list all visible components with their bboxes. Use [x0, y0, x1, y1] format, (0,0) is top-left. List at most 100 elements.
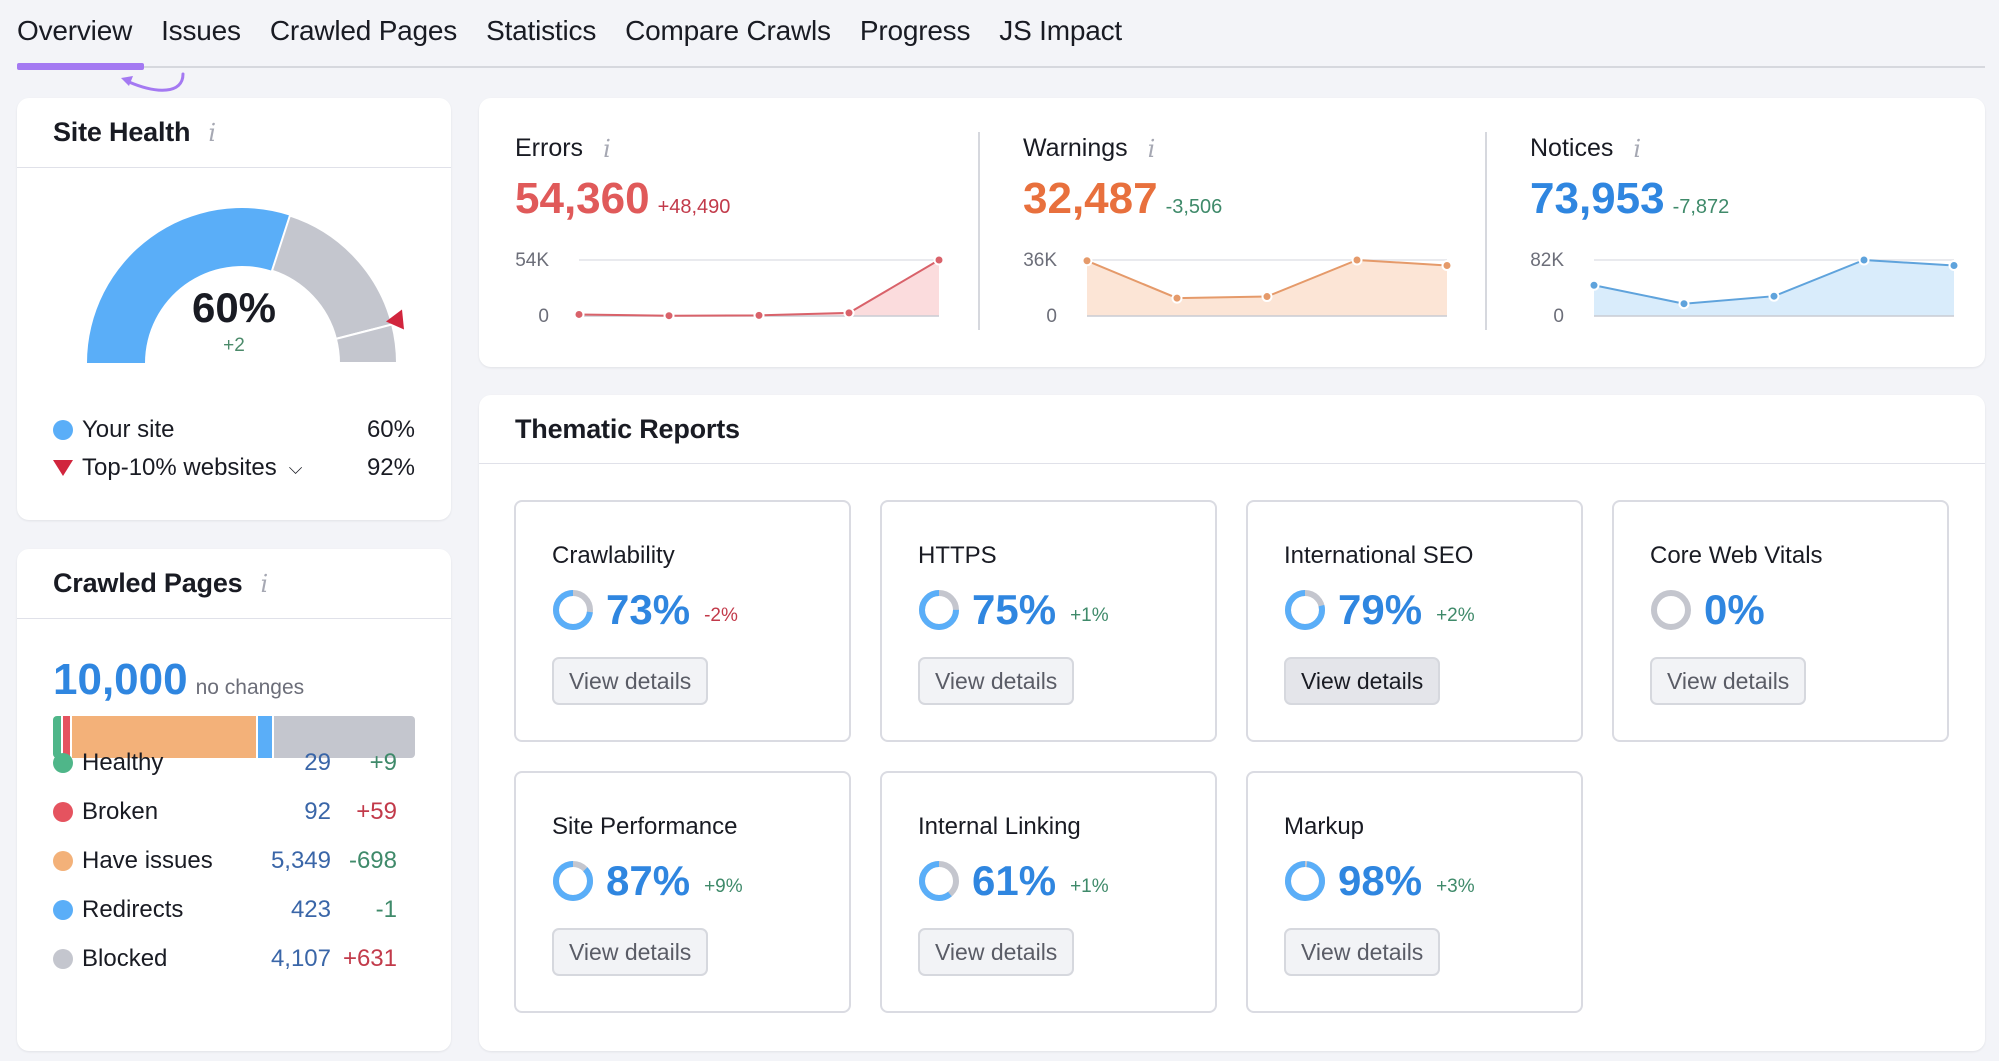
report-score: 75% +1% — [918, 586, 1109, 634]
legend-your-site: Your site 60% — [53, 416, 415, 444]
thematic-report-https: HTTPS 75% +1% View details — [880, 500, 1217, 742]
sparkline-point[interactable] — [1678, 298, 1690, 310]
site-health-value: 60% — [191, 284, 277, 331]
sparkline-point[interactable] — [1948, 259, 1960, 271]
thematic-reports-title: Thematic Reports — [515, 413, 740, 444]
sparkline-point[interactable] — [1441, 259, 1453, 271]
sparkline-point[interactable] — [753, 309, 765, 321]
chevron-down-icon[interactable]: ⌵ — [289, 458, 303, 479]
score-donut-icon — [1651, 590, 1691, 630]
sparkline-point[interactable] — [1768, 290, 1780, 302]
status-dot-icon — [53, 900, 73, 920]
row-count[interactable]: 92 — [304, 798, 331, 826]
y-axis-max-label: 82K — [1530, 250, 1564, 271]
total-value[interactable]: 10,000 — [53, 655, 188, 704]
info-icon[interactable]: i — [603, 135, 611, 163]
warnings-value-row: 32,487 -3,506 — [1023, 174, 1222, 224]
score-donut-icon — [1285, 590, 1325, 630]
view-details-button[interactable]: View details — [1284, 657, 1441, 705]
status-dot-icon — [53, 949, 73, 969]
report-delta: +1% — [1070, 605, 1109, 626]
report-delta: +3% — [1436, 876, 1475, 897]
report-percent: 98% — [1338, 857, 1423, 904]
warnings-sparkline: 36K 0 — [1023, 250, 1453, 327]
warnings-value[interactable]: 32,487 — [1023, 174, 1158, 223]
thematic-reports-card: Thematic Reports Crawlability 73% -2% Vi… — [479, 395, 1985, 1051]
info-icon[interactable]: i — [1633, 135, 1641, 163]
sparkline-point[interactable] — [843, 307, 855, 319]
crawled-pages-row: Blocked 4,107 +631 — [53, 945, 397, 973]
errors-value-row: 54,360 +48,490 — [515, 174, 730, 224]
notices-delta: -7,872 — [1672, 196, 1730, 218]
view-details-button[interactable]: View details — [552, 657, 709, 705]
tab-js-impact[interactable]: JS Impact — [999, 14, 1151, 48]
site-health-card: Site Health i 60% +2 Your site 60% Top-1… — [17, 98, 451, 520]
sparkline-point[interactable] — [663, 310, 675, 322]
row-count[interactable]: 5,349 — [271, 847, 331, 875]
status-dot-icon — [53, 802, 73, 822]
notices-value-row: 73,953 -7,872 — [1530, 174, 1729, 224]
report-score: 98% +3% — [1284, 857, 1475, 905]
sparkline-point[interactable] — [1351, 254, 1363, 266]
view-details-button[interactable]: View details — [1650, 657, 1807, 705]
tab-issues[interactable]: Issues — [161, 14, 270, 48]
sparkline-area — [1594, 260, 1954, 316]
sparkline-point[interactable] — [1171, 292, 1183, 304]
report-delta: +1% — [1070, 876, 1109, 897]
row-change: +9 — [369, 749, 397, 776]
sparkline-point[interactable] — [1588, 279, 1600, 291]
tab-crawled-pages[interactable]: Crawled Pages — [270, 14, 486, 48]
info-icon[interactable]: i — [1148, 135, 1156, 163]
row-count[interactable]: 4,107 — [271, 945, 331, 973]
sparkline-point[interactable] — [1858, 254, 1870, 266]
report-score: 61% +1% — [918, 857, 1109, 905]
y-axis-min-label: 0 — [538, 306, 549, 327]
curved-arrow-icon — [121, 72, 185, 92]
sparkline-point[interactable] — [933, 254, 945, 266]
thematic-report-internal-linking: Internal Linking 61% +1% View details — [880, 771, 1217, 1013]
view-details-button[interactable]: View details — [552, 928, 709, 976]
report-percent: 0% — [1704, 586, 1765, 633]
info-icon[interactable]: i — [208, 119, 216, 147]
score-donut-icon — [1285, 861, 1325, 901]
sparkline-point[interactable] — [1261, 291, 1273, 303]
crawled-pages-row: Broken 92 +59 — [53, 798, 397, 826]
view-details-button[interactable]: View details — [918, 928, 1075, 976]
legend-value: 92% — [366, 454, 415, 481]
warnings-delta: -3,506 — [1165, 196, 1223, 218]
report-score: 87% +9% — [552, 857, 743, 905]
view-details-button[interactable]: View details — [918, 657, 1075, 705]
score-donut-icon — [919, 861, 959, 901]
tab-progress[interactable]: Progress — [860, 14, 999, 48]
report-name: Site Performance — [552, 813, 738, 840]
thematic-report-crawlability: Crawlability 73% -2% View details — [514, 500, 851, 742]
tab-statistics[interactable]: Statistics — [486, 14, 625, 48]
crawled-pages-card: Crawled Pages i 10,000 no changes Healthy… — [17, 549, 451, 1051]
score-donut-icon — [553, 861, 593, 901]
your-site-dot-icon — [53, 420, 73, 440]
crawled-pages-row: Redirects 423 -1 — [53, 896, 397, 924]
tab-compare-crawls[interactable]: Compare Crawls — [625, 14, 860, 48]
errors-panel: Errors i 54,360 +48,490 54K 0 — [479, 98, 981, 367]
crawled-pages-row: Healthy 29 +9 — [53, 749, 397, 777]
crawled-pages-total[interactable]: 10,000 no changes — [53, 655, 304, 705]
sparkline-point[interactable] — [573, 308, 585, 320]
tab-bar: Overview Issues Crawled Pages Statistics… — [17, 0, 1985, 92]
view-details-button[interactable]: View details — [1284, 928, 1441, 976]
info-icon[interactable]: i — [261, 570, 269, 598]
notices-panel: Notices i 73,953 -7,872 82K 0 — [1494, 98, 1996, 367]
y-axis-min-label: 0 — [1553, 306, 1564, 327]
report-score: 79% +2% — [1284, 586, 1475, 634]
thematic-report-markup: Markup 98% +3% View details — [1246, 771, 1583, 1013]
legend-label[interactable]: Top-10% websites — [82, 454, 277, 482]
report-score: 73% -2% — [552, 586, 738, 634]
warnings-label: Warnings — [1023, 134, 1128, 162]
tab-overview[interactable]: Overview — [17, 14, 161, 48]
row-count[interactable]: 29 — [304, 749, 331, 777]
row-count[interactable]: 423 — [291, 896, 331, 924]
notices-value[interactable]: 73,953 — [1530, 174, 1665, 223]
errors-value[interactable]: 54,360 — [515, 174, 650, 223]
sparkline-point[interactable] — [1081, 255, 1093, 267]
report-name: Crawlability — [552, 542, 675, 569]
status-dot-icon — [53, 753, 73, 773]
